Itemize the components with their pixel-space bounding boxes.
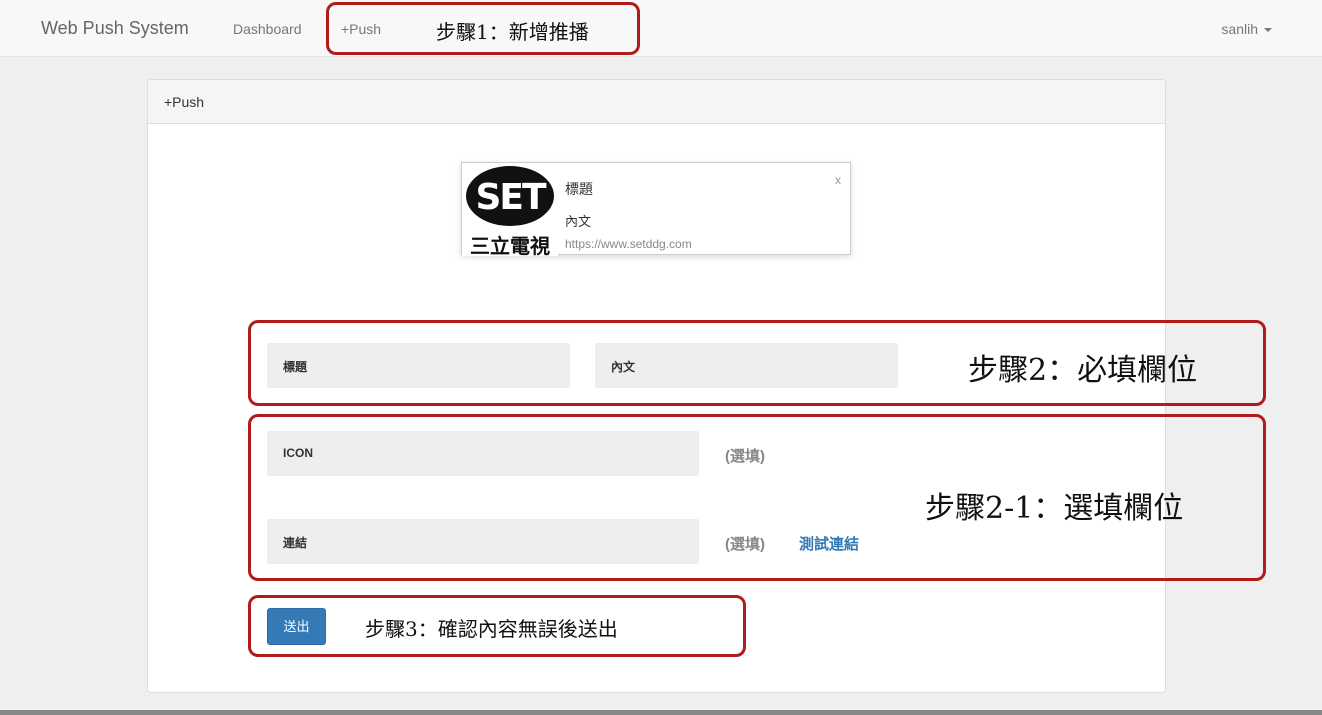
panel-heading: +Push [148,80,1165,124]
top-navbar: Web Push System Dashboard +Push sanlih [0,0,1322,57]
nav-dashboard[interactable]: Dashboard [233,21,302,37]
annotation-step1: 步驟1：新增推播 [436,20,589,44]
icon-field[interactable]: ICON [267,431,699,476]
set-logo-icon: SET 三立電視 [462,163,558,256]
preview-url: https://www.setddg.com [565,237,692,251]
icon-optional-hint: (選填) [725,448,765,465]
preview-body: 內文 [565,214,592,229]
link-field[interactable]: 連結 [267,519,699,564]
bottom-divider [0,710,1322,715]
annotation-step2-1: 步驟2-1：選填欄位 [925,491,1184,526]
caret-down-icon [1264,28,1272,33]
logo-caption: 三立電視 [470,234,550,256]
test-link-button[interactable]: 測試連結 [799,533,859,554]
preview-title: 標題 [565,181,593,197]
title-field[interactable]: 標題 [267,343,570,388]
body-field[interactable]: 內文 [595,343,898,388]
link-optional-hint: (選填) [725,536,765,553]
user-name: sanlih [1221,21,1258,37]
annotation-step3: 步驟3：確認內容無誤後送出 [365,617,618,641]
user-menu[interactable]: sanlih [1221,21,1272,37]
navbar-brand[interactable]: Web Push System [41,18,189,39]
logo-letters: SET [475,177,547,218]
submit-button[interactable]: 送出 [267,608,326,645]
notification-preview: SET 三立電視 標題 內文 https://www.setddg.com x [461,162,851,256]
annotation-step2: 步驟2：必填欄位 [968,353,1198,388]
close-icon[interactable]: x [835,173,841,187]
